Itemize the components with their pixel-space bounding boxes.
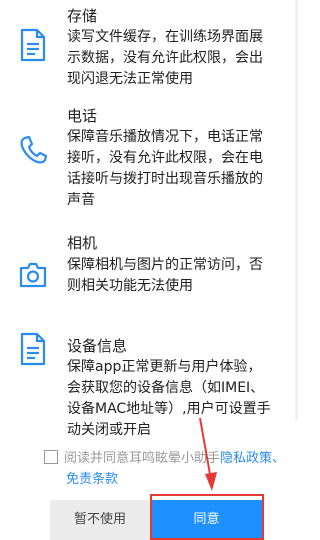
camera-icon xyxy=(18,258,48,292)
document-icon xyxy=(18,28,48,62)
phone-icon xyxy=(18,133,48,167)
permission-description: 读写文件缓存，在训练场界面展 示数据，没有允许此权限，会出 现闪退无法正常使用 xyxy=(67,29,263,87)
permission-description: 保障app正常更新与用户体验， 会获取您的设备信息（如IMEI、 设备MAC地址… xyxy=(67,359,271,438)
agreement-row-continued: 免责条款 xyxy=(66,469,118,490)
permission-title: 电话 xyxy=(67,107,98,125)
agreement-separator: 、 xyxy=(272,451,286,466)
cancel-button[interactable]: 暂不使用 xyxy=(50,500,150,540)
permission-description: 保障音乐播放情况下，电话正常 接听，没有允许此权限，会在电 话接听与拨打时出现音… xyxy=(67,129,263,208)
agreement-text: 阅读并同意耳鸣眩晕小助手 xyxy=(64,451,221,466)
terms-link[interactable]: 免责条款 xyxy=(66,472,118,487)
scrollbar[interactable] xyxy=(295,0,298,420)
permission-description: 保障相机与图片的正常访问，否 则相关功能无法使用 xyxy=(67,257,263,294)
agreement-checkbox[interactable] xyxy=(44,450,58,464)
privacy-policy-link[interactable]: 隐私政策 xyxy=(220,451,272,466)
agree-button[interactable]: 同意 xyxy=(150,500,263,540)
permission-title: 存储 xyxy=(67,7,98,25)
agreement-row: 阅读并同意耳鸣眩晕小助手隐私政策、 xyxy=(44,448,294,469)
permission-title: 相机 xyxy=(67,234,98,252)
permission-title: 设备信息 xyxy=(67,337,128,355)
document-icon xyxy=(18,332,48,366)
